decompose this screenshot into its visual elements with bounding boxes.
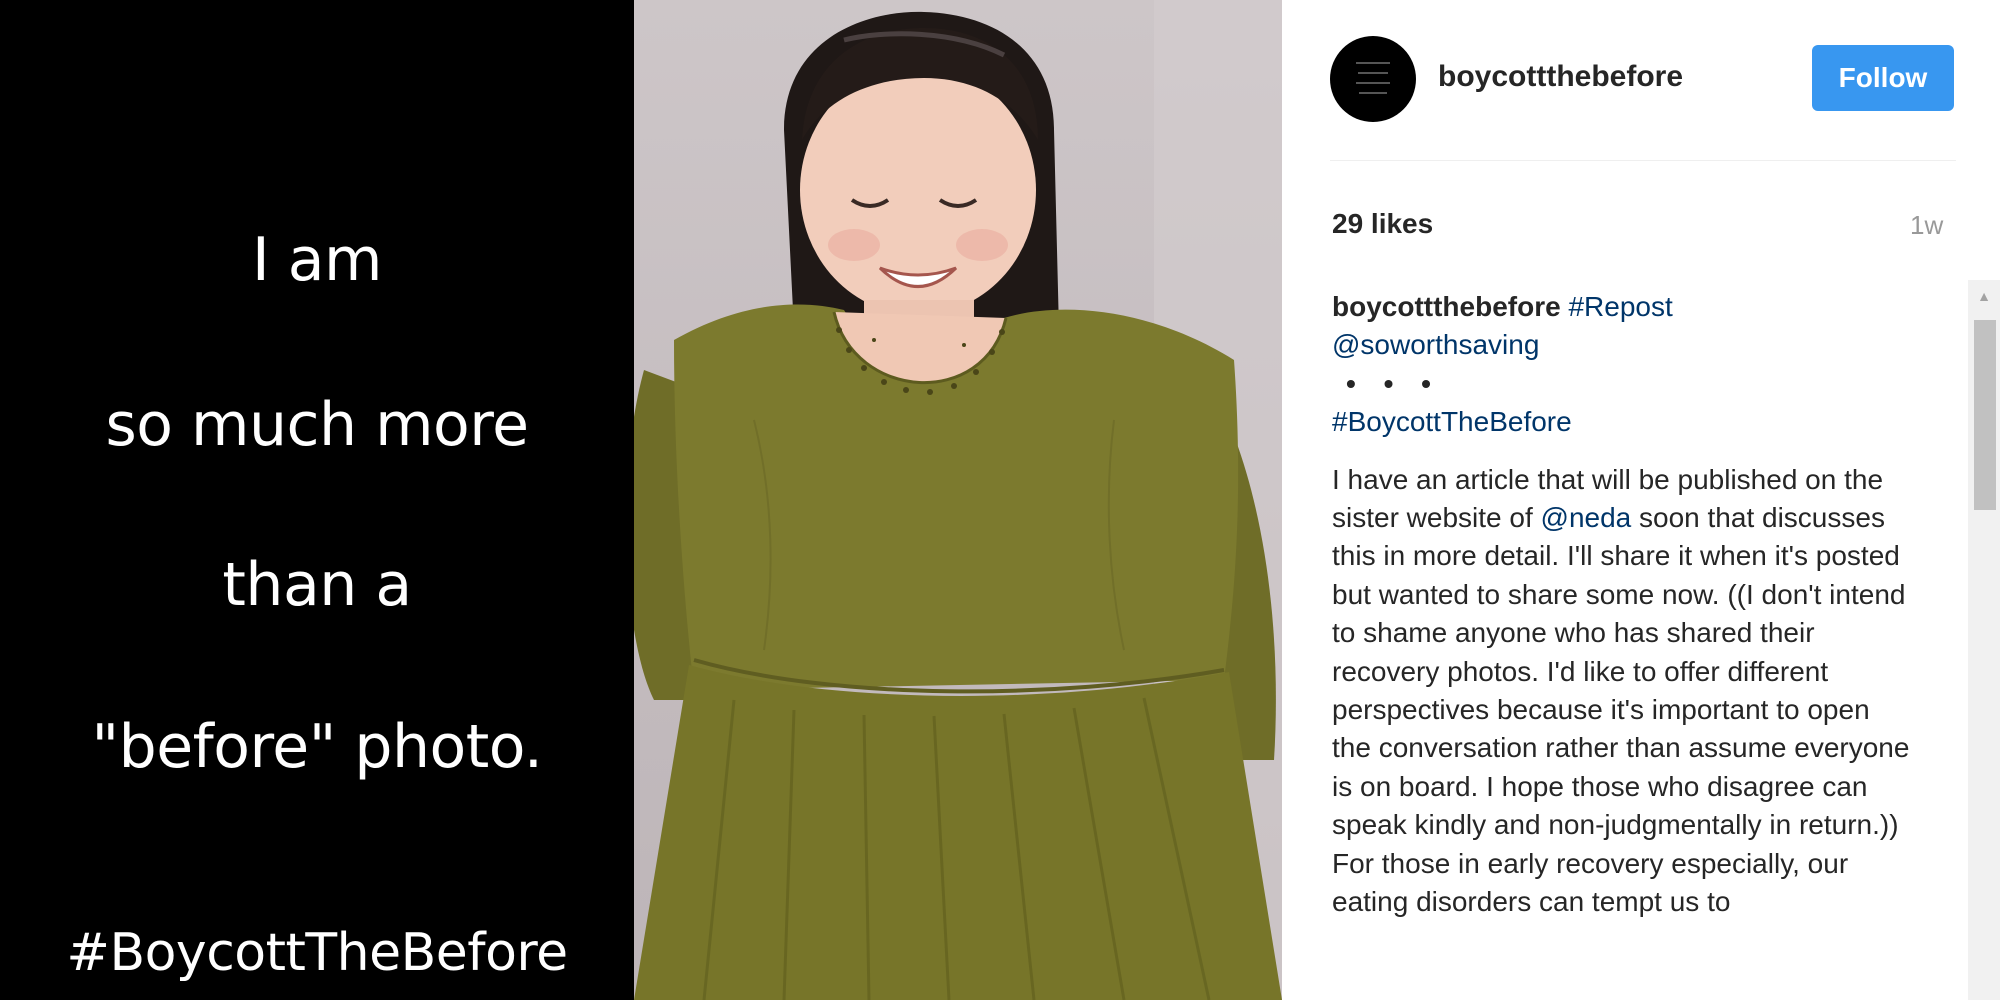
- avatar-text-mark: [1359, 92, 1387, 94]
- repost-hashtag-link[interactable]: #Repost: [1568, 291, 1672, 322]
- follow-button[interactable]: Follow: [1812, 45, 1954, 111]
- caption-dots: • • •: [1346, 367, 1441, 399]
- caption-author[interactable]: boycottthebefore: [1332, 291, 1561, 322]
- post-caption: boycottthebefore #Repost @soworthsaving …: [1332, 288, 1912, 922]
- woman-in-green-dress-illustration: [634, 0, 1282, 1000]
- avatar-text-mark: [1356, 62, 1390, 64]
- avatar-text-mark: [1356, 82, 1390, 84]
- boycott-hashtag-link[interactable]: #BoycottTheBefore: [1332, 406, 1572, 437]
- quote-panel: I am so much more than a "before" photo.…: [0, 0, 634, 1000]
- caption-header-line: boycottthebefore #Repost: [1332, 288, 1912, 326]
- post-timestamp[interactable]: 1w: [1910, 210, 1943, 241]
- quote-line-3: than a: [222, 550, 412, 620]
- mention-link-soworthsaving[interactable]: @soworthsaving: [1332, 329, 1539, 360]
- avatar[interactable]: [1330, 36, 1416, 122]
- quote-line-4: "before" photo.: [91, 712, 543, 782]
- caption-body-text-continued: soon that discusses this in more detail.…: [1332, 502, 1910, 918]
- mention-link-neda[interactable]: @neda: [1541, 502, 1632, 533]
- quote-line-2: so much more: [105, 390, 529, 460]
- caption-scrollbar[interactable]: ▲: [1968, 280, 2000, 1000]
- quote-hashtag: #BoycottTheBefore: [66, 923, 568, 983]
- triangle-up-icon[interactable]: ▲: [1968, 280, 2000, 312]
- quote-line-1: I am: [252, 225, 382, 295]
- post-photo: [634, 0, 1282, 1000]
- caption-body: I have an article that will be published…: [1332, 461, 1912, 922]
- post-details-panel: boycottthebefore Follow 29 likes 1w boyc…: [1282, 0, 2000, 1000]
- scrollbar-thumb[interactable]: [1974, 320, 1996, 510]
- post-username[interactable]: boycottthebefore: [1438, 60, 1683, 94]
- header-divider: [1330, 160, 1956, 161]
- avatar-text-mark: [1358, 72, 1388, 74]
- likes-count[interactable]: 29 likes: [1332, 208, 1433, 240]
